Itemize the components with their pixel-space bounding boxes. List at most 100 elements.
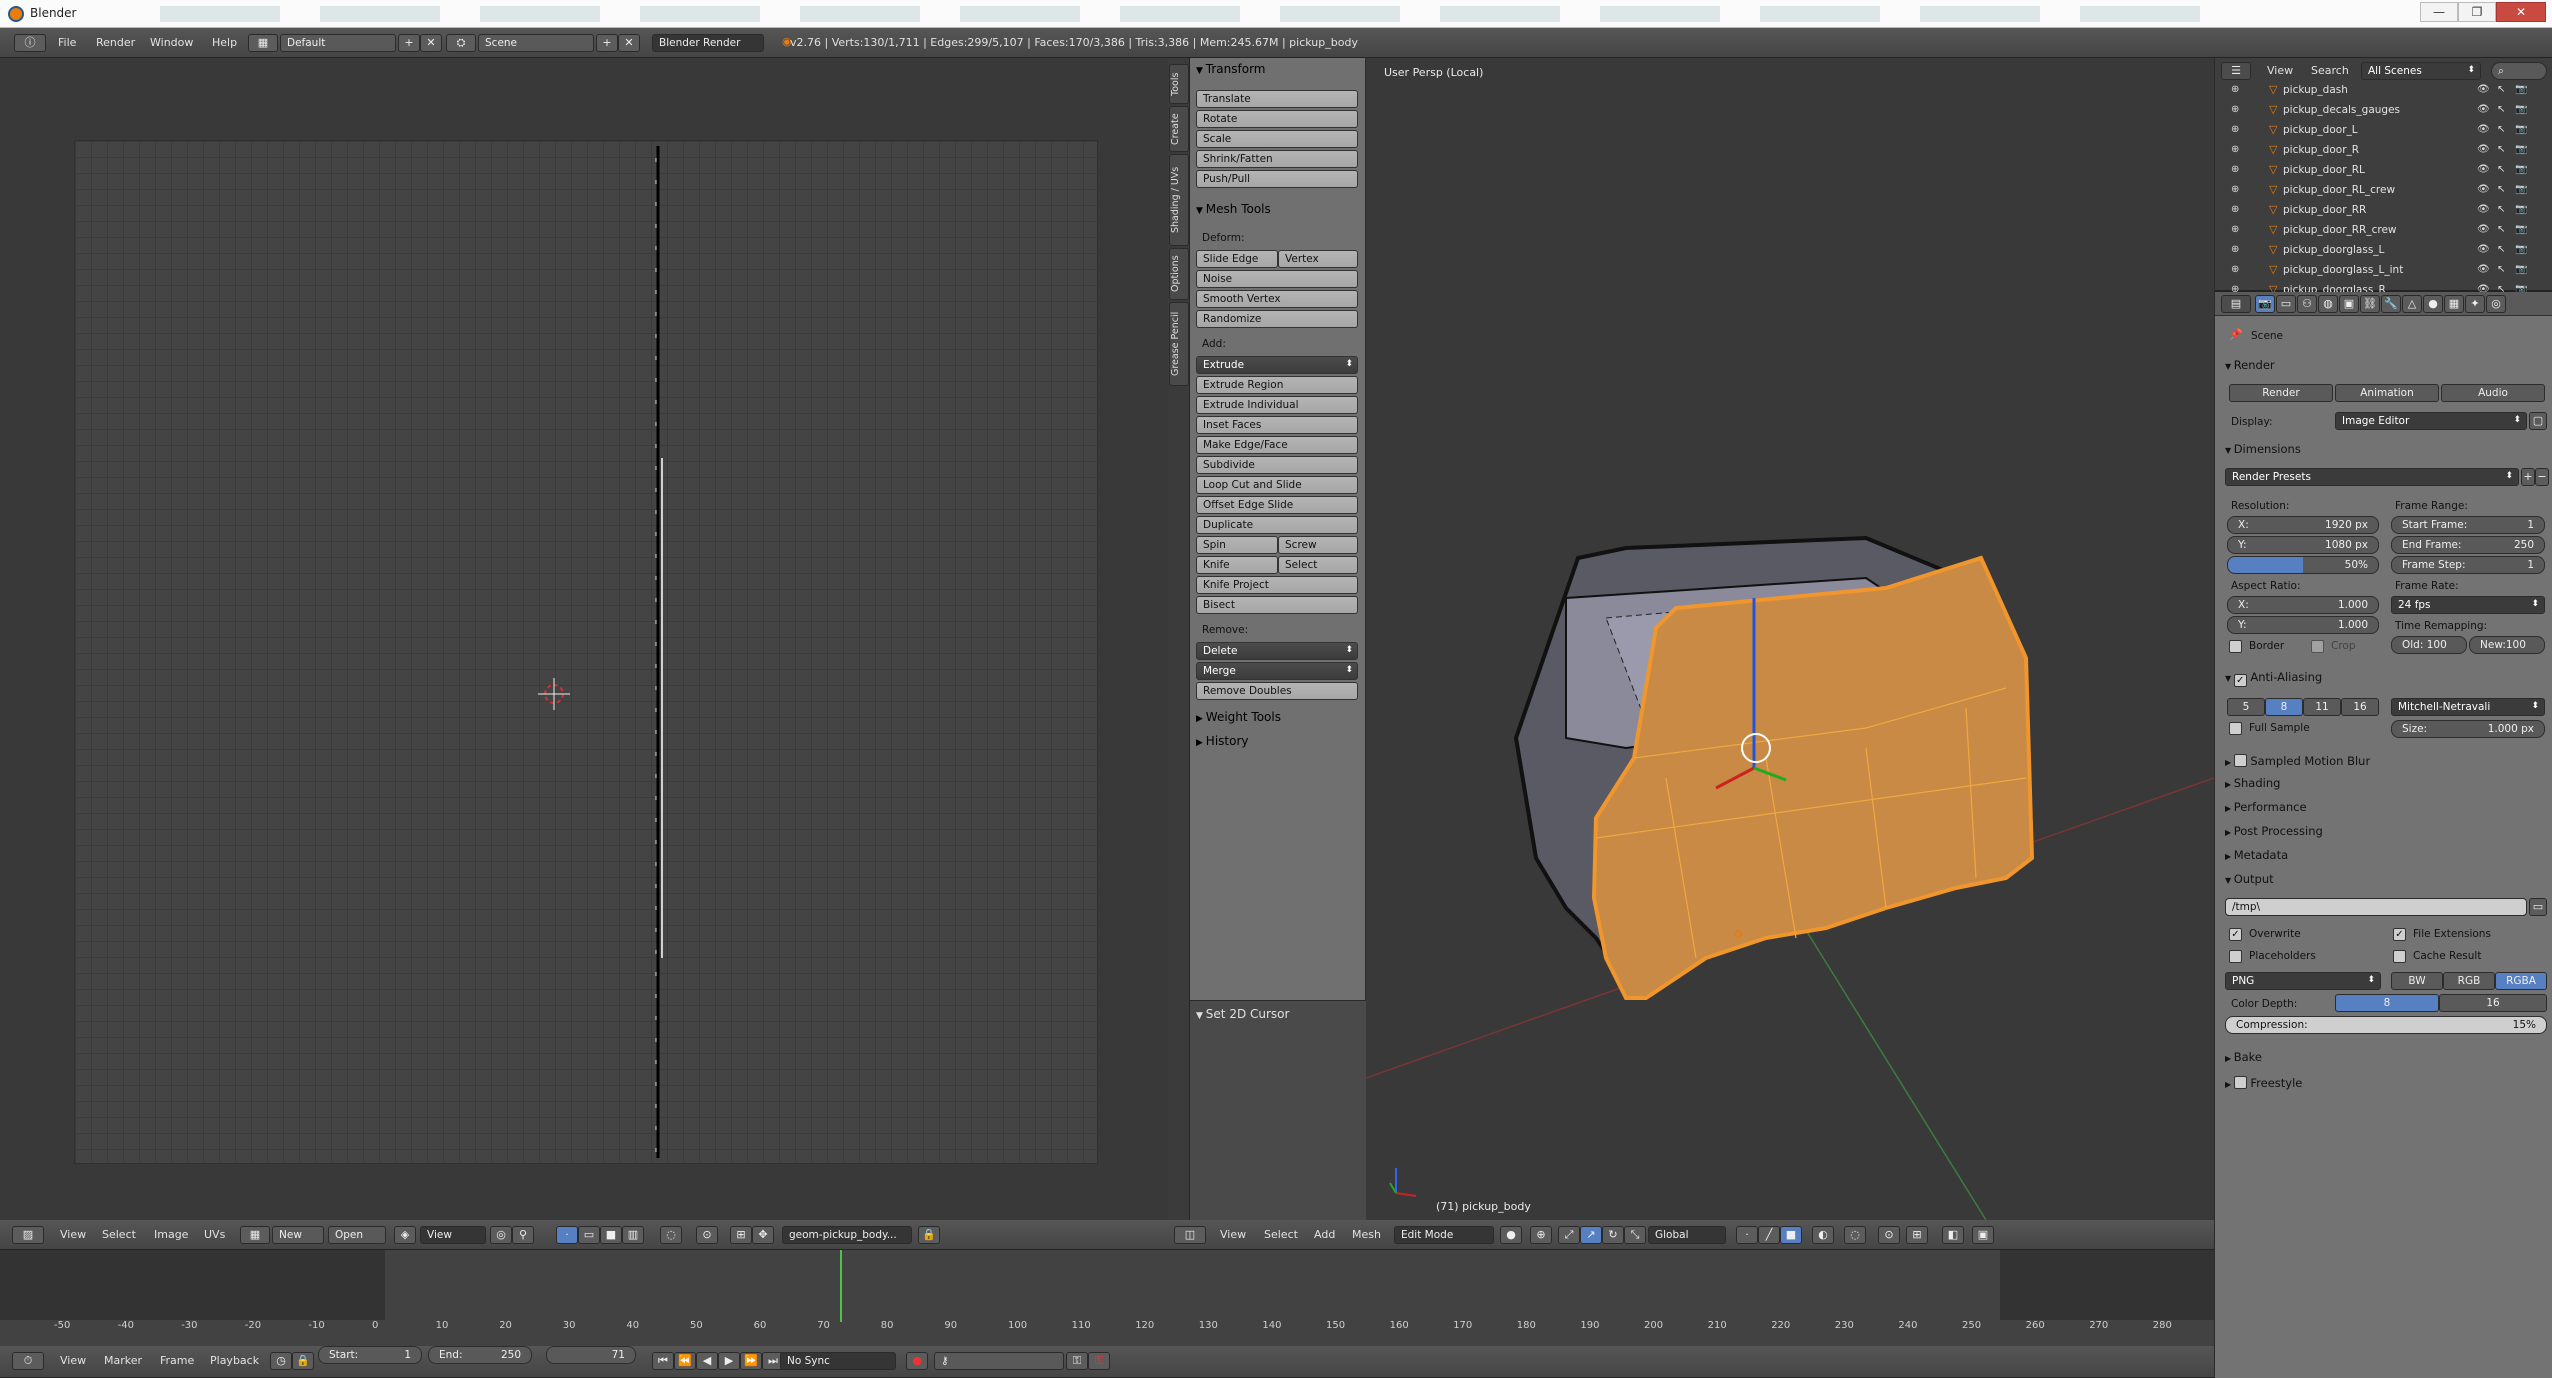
render-camera-icon[interactable]: 📷: [2515, 224, 2527, 235]
face-select-mode-icon[interactable]: ■: [1780, 1226, 1802, 1244]
loop-cut-button[interactable]: Loop Cut and Slide: [1196, 476, 1358, 494]
depth-16-button[interactable]: 16: [2439, 994, 2547, 1012]
properties-editor-icon[interactable]: ▤: [2221, 295, 2251, 313]
color-bw-button[interactable]: BW: [2391, 972, 2443, 990]
sync-mode-select[interactable]: No Sync: [780, 1352, 896, 1370]
spin-button[interactable]: Spin: [1196, 536, 1278, 554]
render-camera-icon[interactable]: 📷: [2515, 124, 2527, 135]
limit-selection-icon[interactable]: ◐: [1812, 1226, 1834, 1244]
tab-tools[interactable]: Tools: [1169, 64, 1189, 104]
3d-menu-view[interactable]: View: [1220, 1228, 1246, 1241]
timeline-start-field[interactable]: Start: 1: [318, 1346, 422, 1364]
scale-button[interactable]: Scale: [1196, 130, 1358, 148]
metadata-section-header[interactable]: Metadata: [2225, 848, 2288, 862]
visibility-eye-icon[interactable]: 👁: [2477, 84, 2490, 95]
expand-icon[interactable]: ⊕: [2231, 84, 2239, 95]
freestyle-section-header[interactable]: Freestyle: [2225, 1074, 2302, 1090]
delete-keyframe-icon[interactable]: ⚿: [1088, 1352, 1110, 1370]
resolution-percentage-slider[interactable]: 50%: [2227, 556, 2379, 574]
timeline-menu-view[interactable]: View: [60, 1354, 86, 1367]
visibility-eye-icon[interactable]: 👁: [2477, 184, 2490, 195]
play-reverse-icon[interactable]: ◀: [696, 1352, 718, 1370]
aa-filter-select[interactable]: Mitchell-Netravali: [2391, 698, 2545, 716]
rotate-manipulator-icon[interactable]: ↻: [1602, 1226, 1624, 1244]
prev-keyframe-icon[interactable]: ⏪: [674, 1352, 696, 1370]
visibility-eye-icon[interactable]: 👁: [2477, 104, 2490, 115]
expand-icon[interactable]: ⊕: [2231, 264, 2239, 275]
viewport-shading-icon[interactable]: ●: [1500, 1226, 1522, 1244]
visibility-eye-icon[interactable]: 👁: [2477, 224, 2490, 235]
cache-result-checkbox[interactable]: [2393, 950, 2406, 963]
render-context-icon[interactable]: 📷: [2255, 295, 2275, 313]
screen-layout-icon[interactable]: ▦: [248, 34, 278, 52]
open-image-button[interactable]: Open: [328, 1226, 386, 1244]
modifiers-icon[interactable]: 🔧: [2381, 295, 2401, 313]
3d-menu-select[interactable]: Select: [1264, 1228, 1298, 1241]
screen-layout-field[interactable]: Default: [280, 34, 396, 52]
maximize-button[interactable]: ❐: [2458, 2, 2496, 22]
keying-set-field[interactable]: ⚷: [934, 1352, 1064, 1370]
outliner-item[interactable]: ⊕ ▽ pickup_door_RL_crew 👁 ↖ 📷: [2215, 180, 2537, 200]
3d-editor-type-icon[interactable]: ◫: [1174, 1226, 1206, 1244]
current-frame-line[interactable]: [840, 1250, 842, 1322]
panel-transform-header[interactable]: Transform: [1196, 62, 1266, 76]
resolution-x-field[interactable]: X: 1920 px: [2227, 516, 2379, 534]
image-browse-icon[interactable]: ▦: [240, 1226, 270, 1244]
uv-face-select-icon[interactable]: ■: [600, 1226, 622, 1244]
visibility-eye-icon[interactable]: 👁: [2477, 204, 2490, 215]
close-button[interactable]: ✕: [2496, 2, 2546, 22]
pin-icon[interactable]: 📌: [2229, 328, 2243, 341]
render-button[interactable]: Render: [2229, 384, 2333, 402]
display-options-icon[interactable]: ▢: [2529, 412, 2547, 430]
object-context-icon[interactable]: ▣: [2339, 295, 2359, 313]
jump-start-icon[interactable]: ⏮: [652, 1352, 674, 1370]
visibility-eye-icon[interactable]: 👁: [2477, 264, 2490, 275]
extrude-individual-button[interactable]: Extrude Individual: [1196, 396, 1358, 414]
select-arrow-icon[interactable]: ↖: [2497, 164, 2505, 175]
render-section-header[interactable]: Render: [2225, 358, 2275, 372]
knife-select-button[interactable]: Select: [1278, 556, 1358, 574]
outliner-item[interactable]: ⊕ ▽ pickup_door_L 👁 ↖ 📷: [2215, 120, 2537, 140]
record-icon[interactable]: ●: [906, 1352, 928, 1370]
render-camera-icon[interactable]: 📷: [2515, 164, 2527, 175]
crop-checkbox[interactable]: [2311, 640, 2324, 653]
select-arrow-icon[interactable]: ↖: [2497, 204, 2505, 215]
depth-8-button[interactable]: 8: [2335, 994, 2439, 1012]
frame-step-field[interactable]: Frame Step: 1: [2391, 556, 2545, 574]
uv-sync-icon[interactable]: ⚲: [512, 1226, 534, 1244]
remove-doubles-button[interactable]: Remove Doubles: [1196, 682, 1358, 700]
snap-toggle-icon[interactable]: ⊙: [1878, 1226, 1900, 1244]
data-context-icon[interactable]: △: [2402, 295, 2422, 313]
3d-menu-add[interactable]: Add: [1314, 1228, 1335, 1241]
make-edge-face-button[interactable]: Make Edge/Face: [1196, 436, 1358, 454]
timeline-end-field[interactable]: End: 250: [428, 1346, 532, 1364]
material-context-icon[interactable]: ●: [2423, 295, 2443, 313]
push-pull-button[interactable]: Push/Pull: [1196, 170, 1358, 188]
outliner-item[interactable]: ⊕ ▽ pickup_doorglass_L_int 👁 ↖ 📷: [2215, 260, 2537, 280]
proportional-edit-icon[interactable]: ◌: [1844, 1226, 1866, 1244]
timeline-menu-playback[interactable]: Playback: [210, 1354, 259, 1367]
shading-section-header[interactable]: Shading: [2225, 776, 2281, 790]
expand-icon[interactable]: ⊕: [2231, 104, 2239, 115]
shrink-fatten-button[interactable]: Shrink/Fatten: [1196, 150, 1358, 168]
select-arrow-icon[interactable]: ↖: [2497, 184, 2505, 195]
select-arrow-icon[interactable]: ↖: [2497, 244, 2505, 255]
minimize-button[interactable]: —: [2420, 2, 2458, 22]
preview-range-icon[interactable]: ◷: [270, 1352, 292, 1370]
snap-element-icon[interactable]: ⊞: [1906, 1226, 1928, 1244]
screw-button[interactable]: Screw: [1278, 536, 1358, 554]
menu-file[interactable]: File: [58, 36, 76, 49]
timeline-menu-marker[interactable]: Marker: [104, 1354, 142, 1367]
animation-button[interactable]: Animation: [2335, 384, 2439, 402]
uv-move-icon[interactable]: ✥: [752, 1226, 774, 1244]
constraints-icon[interactable]: ⛓: [2360, 295, 2380, 313]
translate-button[interactable]: Translate: [1196, 90, 1358, 108]
output-section-header[interactable]: Output: [2225, 872, 2274, 886]
performance-section-header[interactable]: Performance: [2225, 800, 2307, 814]
physics-icon[interactable]: ◎: [2486, 295, 2506, 313]
expand-icon[interactable]: ⊕: [2231, 164, 2239, 175]
aa-level-5[interactable]: 5: [2227, 698, 2265, 716]
anti-aliasing-checkbox[interactable]: ✓: [2233, 674, 2247, 687]
aa-level-11[interactable]: 11: [2303, 698, 2341, 716]
sampled-motion-blur-header[interactable]: Sampled Motion Blur: [2225, 752, 2370, 768]
